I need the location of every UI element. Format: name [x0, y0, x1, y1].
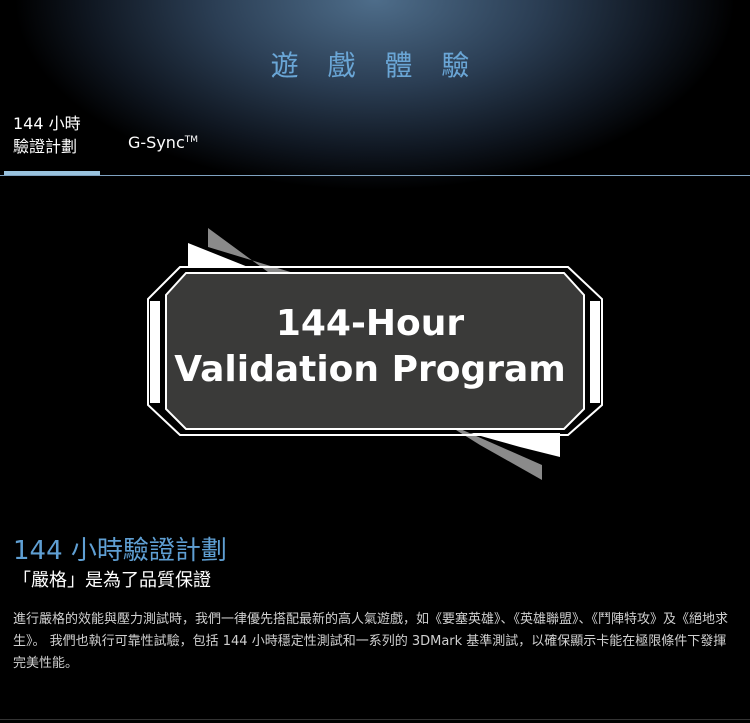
tab-g-sync[interactable]: G-SyncTM [128, 131, 198, 154]
section-subheading: 「嚴格」是為了品質保證 [13, 570, 211, 591]
trademark-symbol: TM [184, 135, 198, 145]
badge-left-side-bar [150, 301, 160, 403]
badge-line-2: Validation Program [174, 349, 566, 390]
section-body-text: 進行嚴格的效能與壓力測試時，我們一律優先搭配最新的高人氣遊戲，如《要塞英雄》、《… [13, 612, 729, 671]
bottom-divider [0, 719, 750, 720]
page-title: 遊 戲 體 驗 [270, 49, 480, 82]
tab-144-hour-validation[interactable]: 144 小時驗證計劃 [4, 112, 100, 175]
tab-bar: 144 小時驗證計劃 G-SyncTM [0, 112, 750, 178]
tab-divider [0, 175, 750, 176]
badge-right-side-bar [590, 301, 600, 403]
validation-badge-icon: 144-Hour Validation Program [140, 225, 610, 480]
badge-graphic: 144-Hour Validation Program [147, 228, 603, 480]
tab-label: 144 小時驗證計劃 [13, 114, 81, 156]
badge-line-1: 144-Hour [276, 303, 465, 344]
tab-label: G-Sync [128, 133, 185, 152]
section-heading: 144 小時驗證計劃 [13, 536, 227, 566]
